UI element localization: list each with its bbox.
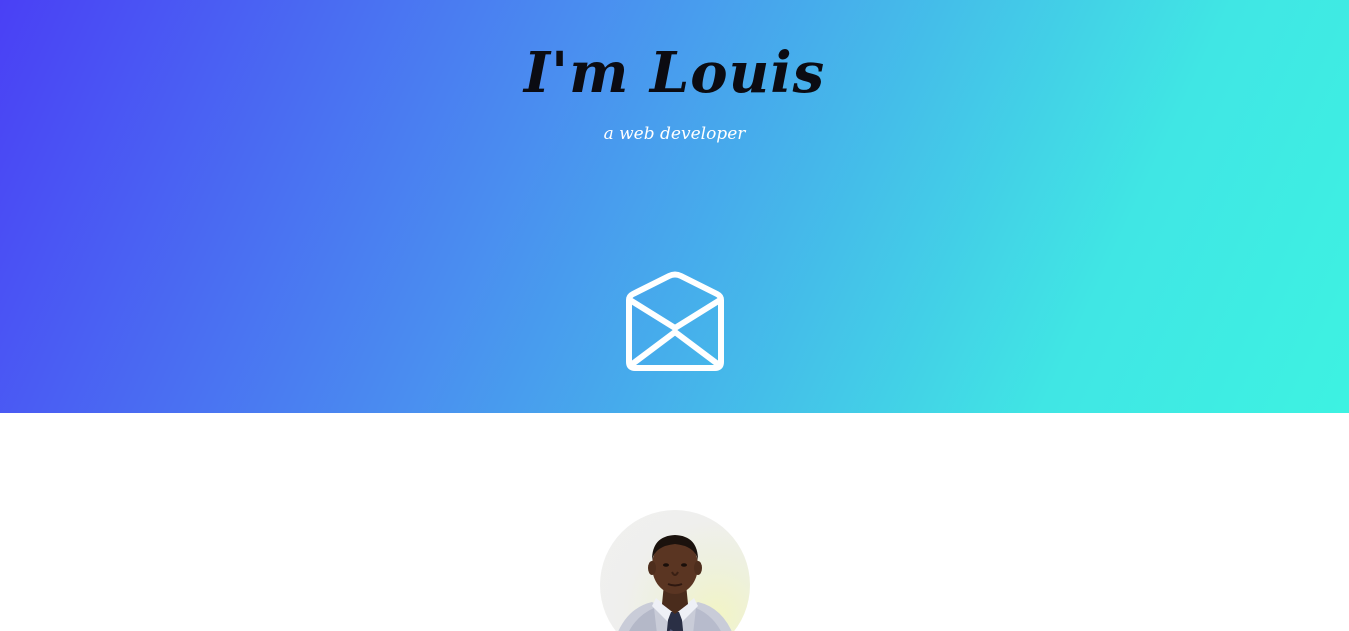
envelope-open-icon — [626, 271, 724, 371]
hero-subtitle: a web developer — [603, 124, 746, 144]
hero-title: I'm Louis — [523, 40, 826, 106]
contact-email-button[interactable] — [623, 270, 727, 374]
hero-section: I'm Louis a web developer — [0, 0, 1349, 413]
profile-photo — [618, 535, 732, 631]
avatar — [600, 510, 750, 631]
about-section — [0, 413, 1349, 631]
